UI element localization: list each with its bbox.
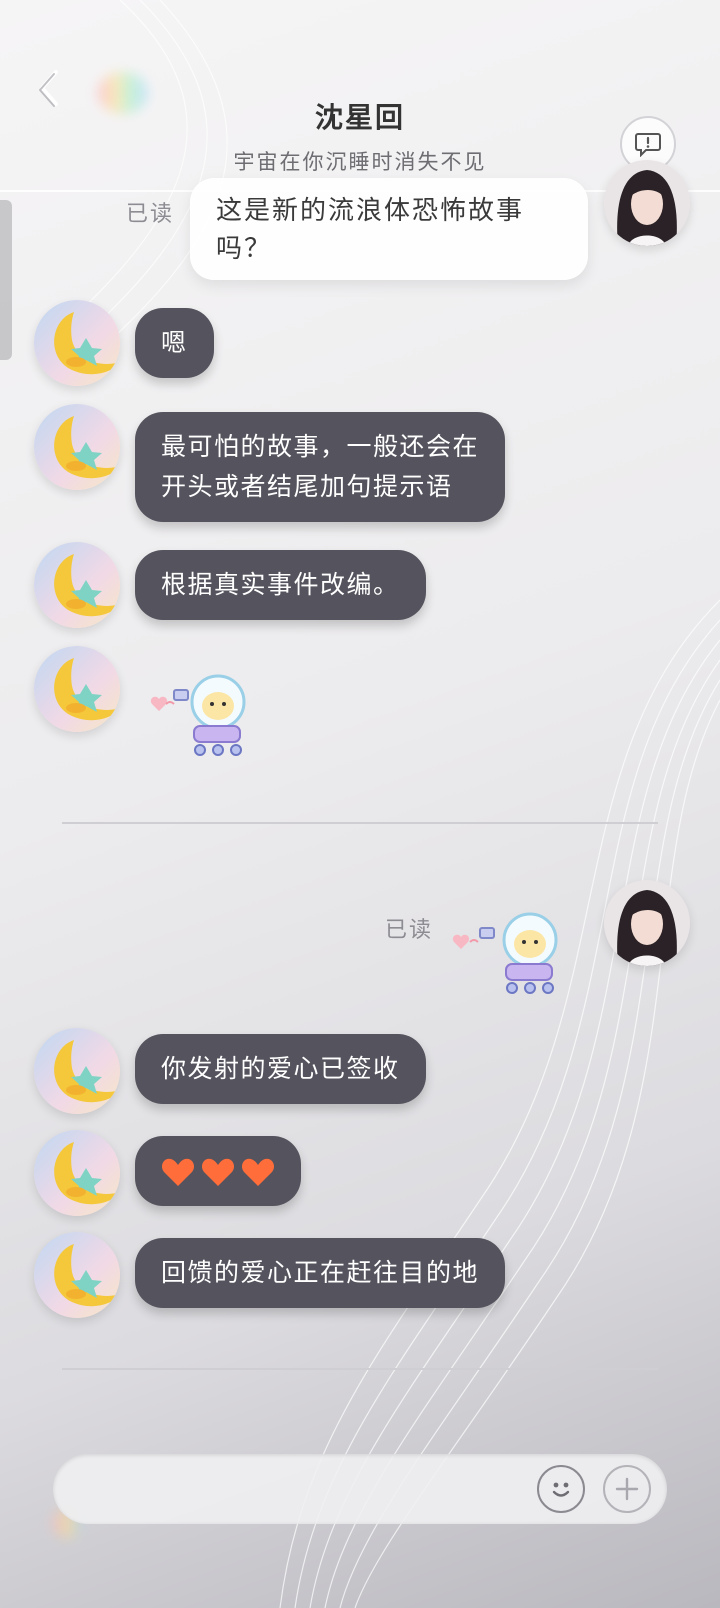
hearts-row [161,1151,275,1191]
plus-icon [615,1477,639,1501]
contact-avatar[interactable] [34,300,120,386]
contact-message-bubble[interactable]: 根据真实事件改编。 [135,550,426,620]
timeline-divider [62,1368,658,1370]
contact-avatar[interactable] [34,404,120,490]
contact-signature: 宇宙在你沉睡时消失不见 [233,150,487,174]
message-input-bar [53,1454,667,1524]
contact-message-bubble[interactable]: 回馈的爱心正在赶往目的地 [135,1238,506,1308]
robot-heart-sticker[interactable] [450,900,570,1000]
heart-icon [161,1158,195,1186]
heart-icon [241,1158,275,1186]
contact-avatar[interactable] [34,542,120,628]
contact-avatar[interactable] [34,646,120,732]
self-avatar[interactable] [604,160,690,246]
heart-icon [201,1158,235,1186]
contact-avatar[interactable] [34,1232,120,1318]
contact-message-bubble[interactable]: 嗯 [135,308,214,378]
contact-message-bubble[interactable]: 你发射的爱心已签收 [135,1034,426,1104]
robot-heart-sticker[interactable] [136,662,256,762]
contact-avatar[interactable] [34,1028,120,1114]
chat-header: 沈星回 宇宙在你沉睡时消失不见 [0,96,720,176]
more-button[interactable] [603,1465,651,1513]
timeline-divider [62,822,658,824]
contact-name: 沈星回 [314,101,405,134]
self-avatar[interactable] [604,880,690,966]
emoji-button[interactable] [537,1465,585,1513]
side-drawer-handle[interactable] [0,200,12,360]
contact-hearts-bubble[interactable] [135,1136,301,1206]
smile-icon [552,1482,570,1497]
read-receipt: 已读 [385,918,434,943]
contact-avatar[interactable] [34,1130,120,1216]
read-receipt: 已读 [126,202,175,227]
self-message-bubble[interactable]: 这是新的流浪体恐怖故事吗？ [190,178,588,280]
message-line: 开头或者结尾加句提示语 [161,472,453,501]
message-input[interactable] [77,1454,517,1524]
contact-message-bubble[interactable]: 最可怕的故事，一般还会在 开头或者结尾加句提示语 [135,412,506,522]
message-line: 最可怕的故事，一般还会在 [161,432,480,461]
chat-tip-icon [635,133,661,157]
